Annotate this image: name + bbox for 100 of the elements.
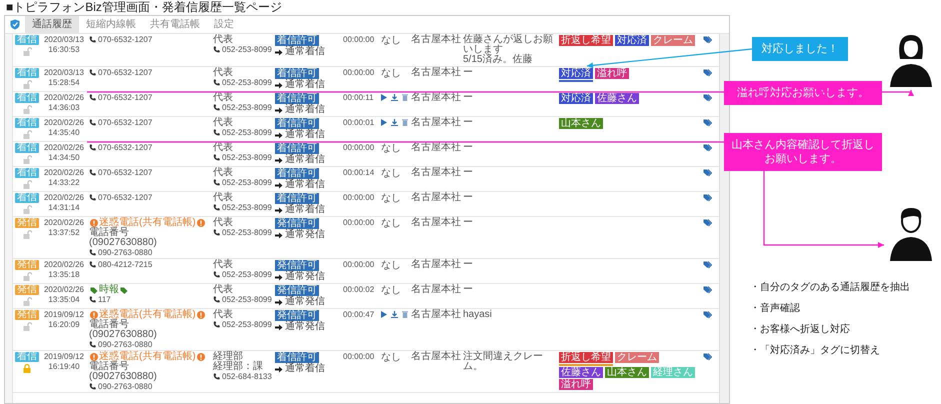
call-time: 14:36:03 [48, 103, 80, 113]
branch-name: 名古屋本社 [411, 68, 462, 78]
contact-label: 代表 [213, 93, 233, 103]
phone-number: 052-253-8099 [222, 295, 272, 304]
call-date: 2020/02/26 [44, 285, 84, 295]
call-time: 16:20:09 [48, 320, 80, 330]
contact-label: 代表 [213, 35, 233, 45]
call-duration: 00:00:00 [343, 143, 376, 153]
tag-label[interactable]: 対応済 [559, 93, 593, 104]
recording-status: なし [381, 36, 401, 46]
recording-status: なし [381, 353, 401, 363]
route-label: 通常発信 [285, 297, 325, 307]
phone-number: 070-6532-1207 [98, 118, 152, 127]
nav-tab[interactable]: 短縮内線帳 [79, 16, 143, 33]
call-time: 16:30:53 [48, 45, 80, 55]
tag-label[interactable]: 溢れ呼 [559, 379, 593, 390]
tag-label[interactable]: 溢れ呼 [595, 68, 629, 79]
contact-name: 時報 [99, 285, 119, 295]
phone-number: 052-684-8133 [222, 372, 272, 381]
call-duration: 00:00:01 [343, 118, 376, 128]
phone-number: 052-253-8099 [222, 45, 272, 54]
contact-label: 代表 [213, 260, 233, 270]
branch-name: 名古屋本社 [411, 285, 462, 295]
permission-badge: 着信許可 [275, 193, 319, 204]
tag-label[interactable]: クレーム [651, 35, 695, 46]
nav-tab[interactable]: 通話履歴 [25, 16, 79, 33]
permission-badge: 着信許可 [275, 35, 319, 46]
phone-number: 090-2763-0880 [98, 340, 152, 349]
memo-text: ー [463, 168, 474, 178]
call-time: 14:33:22 [48, 178, 80, 188]
call-time: 13:37:52 [48, 228, 80, 238]
nav-tab[interactable]: 設定 [207, 16, 241, 33]
phone-number: 052-253-8099 [222, 103, 272, 112]
contact-label: 電話番号 [89, 362, 129, 372]
tag-label[interactable]: 山本さん [605, 367, 649, 378]
phone-number: 070-6532-1207 [98, 168, 152, 177]
permission-badge: 発信許可 [275, 310, 319, 321]
memo-text: 注文間違えクレーム。 [463, 352, 544, 372]
tag-label[interactable]: 折返し希望 [559, 352, 613, 363]
call-time: 14:31:14 [48, 203, 80, 213]
contact-label: 経理部：課 [213, 362, 263, 372]
phone-number: 052-253-8099 [222, 228, 272, 237]
recording-status: なし [381, 261, 401, 271]
memo-text: ー [463, 118, 474, 128]
call-date: 2020/02/26 [44, 193, 84, 203]
phone-number: 052-253-8099 [222, 320, 272, 329]
contact-label: 代表 [213, 68, 233, 78]
phone-number: 052-253-8099 [222, 270, 272, 279]
permission-badge: 着信許可 [275, 143, 319, 154]
route-label: 通常着信 [285, 130, 325, 140]
contact-name: 迷惑電話(共有電話帳) [99, 352, 196, 362]
contact-label: 代表 [213, 143, 233, 153]
recording-status: なし [381, 194, 401, 204]
route-label: 通常着信 [285, 80, 325, 90]
recording-status: なし [381, 169, 401, 179]
permission-badge: 着信許可 [275, 118, 319, 129]
call-time: 13:35:04 [48, 295, 80, 305]
contact-label: (09027630880) [89, 238, 157, 248]
call-duration: 00:00:00 [343, 68, 376, 78]
call-date: 2019/09/12 [44, 310, 84, 320]
call-date: 2020/03/13 [44, 68, 84, 78]
memo-text: ー [463, 218, 474, 228]
step-text: ・音声確認 [750, 302, 801, 315]
phone-number: 052-253-8099 [222, 78, 272, 87]
route-label: 通常着信 [285, 205, 325, 215]
call-duration: 00:00:00 [343, 352, 376, 362]
contact-name: 迷惑電話(共有電話帳) [99, 218, 196, 228]
memo-text: ー [463, 193, 474, 203]
contact-label: 代表 [213, 285, 233, 295]
tag-label[interactable]: 佐藤さん [559, 367, 603, 378]
tag-label[interactable]: クレーム [615, 352, 659, 363]
phone-number: 070-6532-1207 [98, 35, 152, 44]
contact-label: 電話番号 [89, 320, 129, 330]
memo-text: ー [463, 260, 474, 270]
phone-number: 052-253-8099 [222, 178, 272, 187]
branch-name: 名古屋本社 [411, 193, 462, 203]
tag-label[interactable]: 対応済 [559, 68, 593, 79]
call-time: 14:34:50 [48, 153, 80, 163]
call-date: 2020/02/26 [44, 218, 84, 228]
tag-label[interactable]: 山本さん [559, 118, 603, 129]
branch-name: 名古屋本社 [411, 260, 462, 270]
permission-badge: 発信許可 [275, 218, 319, 229]
call-duration: 00:00:11 [343, 93, 375, 103]
contact-label: 代表 [213, 218, 233, 228]
recording-status: なし [381, 144, 401, 154]
nav-tab[interactable]: 共有電話帳 [143, 16, 207, 33]
tag-label[interactable]: 折返し希望 [559, 35, 613, 46]
phone-number: 070-6532-1207 [98, 68, 152, 77]
phone-number: 070-6532-1207 [98, 193, 152, 202]
phone-number: 090-2763-0880 [98, 248, 152, 257]
tag-label[interactable]: 対応済 [615, 35, 649, 46]
phone-number: 070-6532-1207 [98, 93, 152, 102]
phone-number: 117 [98, 295, 111, 304]
call-date: 2020/02/26 [44, 118, 84, 128]
call-date: 2020/02/26 [44, 260, 84, 270]
call-date: 2020/02/26 [44, 93, 84, 103]
recording-status: なし [381, 69, 401, 79]
route-label: 通常着信 [285, 364, 325, 374]
tag-label[interactable]: 佐藤さん [595, 93, 639, 104]
route-label: 通常発信 [285, 272, 325, 282]
